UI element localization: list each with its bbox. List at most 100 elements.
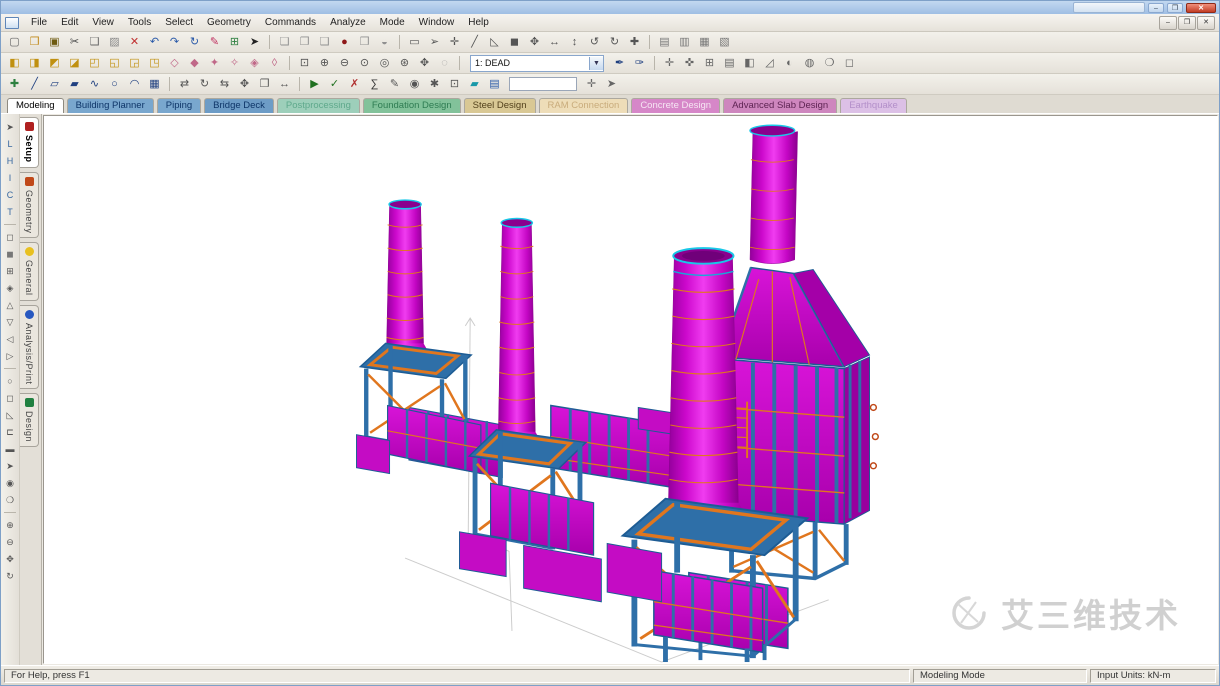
window-cascade-icon[interactable]: ▥ — [675, 33, 694, 51]
tab-ram-connection[interactable]: RAM Connection — [539, 98, 629, 113]
load-case-dropdown[interactable]: 1: DEAD ▼ — [470, 55, 604, 72]
refresh-rail-icon[interactable]: ↻ — [2, 568, 19, 584]
units-icon[interactable]: ⊡ — [445, 75, 464, 93]
spin-left-icon[interactable]: ◈ — [245, 54, 264, 72]
circular-repeat-icon[interactable]: ↻ — [195, 75, 214, 93]
menu-select[interactable]: Select — [158, 16, 200, 29]
translate-icon[interactable]: ⇄ — [175, 75, 194, 93]
redo-icon[interactable]: ↷ — [165, 33, 184, 51]
menu-window[interactable]: Window — [412, 16, 462, 29]
settings-icon[interactable]: ✱ — [425, 75, 444, 93]
pick-icon[interactable]: ➤ — [602, 75, 621, 93]
inspect-rail-icon[interactable]: ◉ — [2, 475, 19, 491]
view-front-icon[interactable]: ◻ — [2, 229, 19, 245]
calculator-icon[interactable]: ∑ — [365, 75, 384, 93]
tab-bridge-deck[interactable]: Bridge Deck — [204, 98, 274, 113]
rotate-left-rail-icon[interactable]: ◁ — [2, 331, 19, 347]
query-icon[interactable]: ✑ — [630, 54, 649, 72]
select-cursor-icon[interactable]: ➢ — [425, 33, 444, 51]
section-c-icon[interactable]: C — [2, 187, 19, 203]
view-top-icon[interactable]: ⊞ — [2, 263, 19, 279]
solid-cursor-icon[interactable]: ◼ — [505, 33, 524, 51]
add-beam-icon[interactable]: ╱ — [25, 75, 44, 93]
labels-icon[interactable]: ▤ — [720, 54, 739, 72]
pointer-icon[interactable]: ➤ — [245, 33, 264, 51]
tab-advanced-slab-design[interactable]: Advanced Slab Design — [723, 98, 837, 113]
menu-edit[interactable]: Edit — [54, 16, 85, 29]
chevron-down-icon[interactable]: ▼ — [589, 57, 603, 70]
stretch-icon[interactable]: ↔ — [275, 75, 294, 93]
rotate-view-icon[interactable]: ✧ — [225, 54, 244, 72]
child-close-button[interactable]: ✕ — [1197, 16, 1215, 30]
child-minimize-button[interactable]: – — [1159, 16, 1177, 30]
pick-rail-icon[interactable]: ➤ — [2, 458, 19, 474]
highlight-swatch-icon[interactable]: ▰ — [465, 75, 484, 93]
page-tab-analysis-print[interactable]: Analysis/Print — [20, 305, 39, 390]
window-maximize-button[interactable]: ❒ — [1167, 3, 1183, 13]
menu-help[interactable]: Help — [461, 16, 496, 29]
display-options-icon[interactable]: ▤ — [485, 75, 504, 93]
delete-icon[interactable]: ✕ — [125, 33, 144, 51]
add-solid-icon[interactable]: ▰ — [65, 75, 84, 93]
view-select-icon[interactable]: ◌ — [435, 54, 454, 72]
page-tab-geometry[interactable]: Geometry — [20, 172, 39, 239]
model-viewport[interactable]: 艾三维技术 — [43, 115, 1218, 664]
grid-toggle-icon[interactable]: ⊞ — [700, 54, 719, 72]
horizontal-arrows-icon[interactable]: ↔ — [545, 33, 564, 51]
add-circle-icon[interactable]: ○ — [105, 75, 124, 93]
tab-earthquake[interactable]: Earthquake — [840, 98, 907, 113]
print-preview-icon[interactable]: ❏ — [275, 33, 294, 51]
mesh-icon[interactable]: ▦ — [145, 75, 164, 93]
child-restore-button[interactable]: ❐ — [1178, 16, 1196, 30]
run-analysis-icon[interactable]: ▶ — [305, 75, 324, 93]
rotate-down-icon[interactable]: ▽ — [2, 314, 19, 330]
check-model-icon[interactable]: ✓ — [325, 75, 344, 93]
menu-commands[interactable]: Commands — [258, 16, 323, 29]
copy-geometry-icon[interactable]: ❐ — [255, 75, 274, 93]
post-annotate-icon[interactable]: ✒ — [610, 54, 629, 72]
titlebar-tab[interactable] — [1073, 2, 1145, 13]
edit-pencil-icon[interactable]: ✎ — [205, 33, 224, 51]
view-cube-sw-icon[interactable]: ◳ — [145, 54, 164, 72]
refresh-icon[interactable]: ↻ — [185, 33, 204, 51]
view-cube-ne-icon[interactable]: ◰ — [85, 54, 104, 72]
report-icon[interactable]: ❑ — [315, 33, 334, 51]
view-cube-top-icon[interactable]: ◧ — [5, 54, 24, 72]
window-close-button[interactable]: ✕ — [1186, 3, 1216, 13]
page-tab-design[interactable]: Design — [20, 393, 39, 447]
zoom-in-icon[interactable]: ⊕ — [315, 54, 334, 72]
pan-rail-icon[interactable]: ✥ — [2, 551, 19, 567]
view-cube-se-icon[interactable]: ◲ — [125, 54, 144, 72]
section-pipe-icon[interactable]: ○ — [2, 373, 19, 389]
background-icon[interactable]: ◻ — [840, 54, 859, 72]
vertical-arrows-icon[interactable]: ↕ — [565, 33, 584, 51]
script-icon[interactable]: ✎ — [385, 75, 404, 93]
rotate-right-rail-icon[interactable]: ▷ — [2, 348, 19, 364]
section-h-icon[interactable]: H — [2, 153, 19, 169]
inspect-icon[interactable]: ◉ — [405, 75, 424, 93]
move-tool-icon[interactable]: ✥ — [525, 33, 544, 51]
tab-concrete-design[interactable]: Concrete Design — [631, 98, 720, 113]
view-cube-iso-icon[interactable]: ◪ — [65, 54, 84, 72]
add-node-icon[interactable]: ✚ — [5, 75, 24, 93]
move-geometry-icon[interactable]: ✥ — [235, 75, 254, 93]
paste-icon[interactable]: ▨ — [105, 33, 124, 51]
save-icon[interactable]: ▣ — [45, 33, 64, 51]
mirror-icon[interactable]: ⇆ — [215, 75, 234, 93]
tab-modeling[interactable]: Modeling — [7, 98, 64, 113]
new-file-icon[interactable]: ▢ — [5, 33, 24, 51]
window-grid-icon[interactable]: ▧ — [715, 33, 734, 51]
tab-steel-design[interactable]: Steel Design — [464, 98, 536, 113]
archive-icon[interactable]: ◒ — [375, 33, 394, 51]
section-bar-icon[interactable]: ▬ — [2, 441, 19, 457]
wireframe-icon[interactable]: ◍ — [800, 54, 819, 72]
cut-icon[interactable]: ✂ — [65, 33, 84, 51]
section-t-icon[interactable]: T — [2, 204, 19, 220]
view-iso-icon[interactable]: ◈ — [2, 280, 19, 296]
section-angle-icon[interactable]: ◺ — [2, 407, 19, 423]
zoom-out-rail-icon[interactable]: ⊖ — [2, 534, 19, 550]
perspective-icon[interactable]: ◿ — [760, 54, 779, 72]
section-i-icon[interactable]: I — [2, 170, 19, 186]
coordinate-input[interactable] — [509, 77, 577, 91]
model-3d-view[interactable] — [44, 116, 1217, 663]
